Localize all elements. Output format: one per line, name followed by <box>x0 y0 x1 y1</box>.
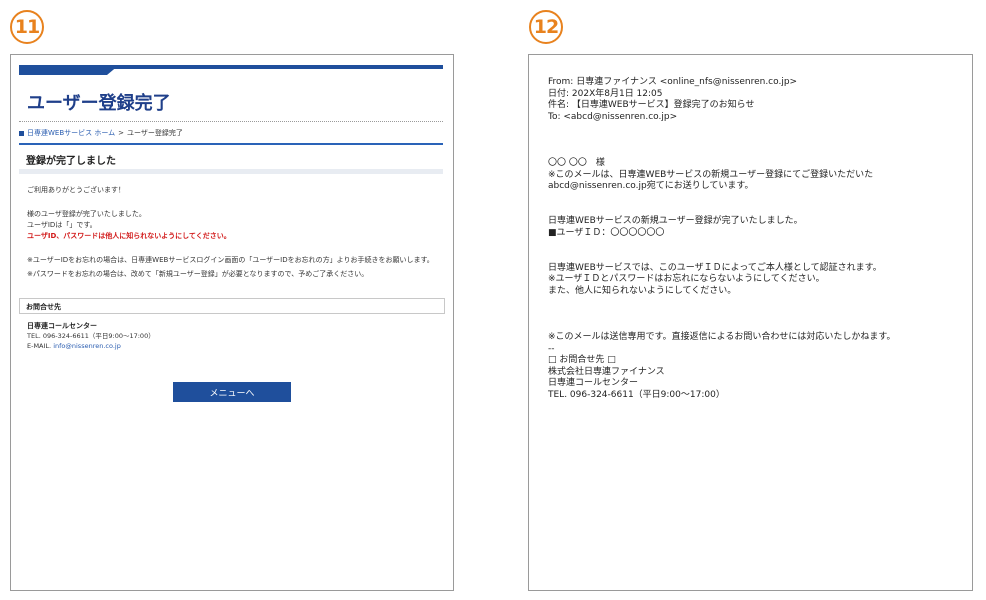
contact-email-link[interactable]: info@nissenren.co.jp <box>53 342 121 350</box>
email-from: From: 日専連ファイナンス <online_nfs@nissenren.co… <box>548 77 798 87</box>
contact-email-label: E-MAIL. <box>27 342 54 350</box>
breadcrumb-current: ユーザー登録完了 <box>127 129 183 137</box>
email-intro-2: abcd@nissenren.co.jp宛てにお送りしています。 <box>548 181 754 192</box>
menu-button[interactable]: メニューへ <box>173 382 291 402</box>
contact-name: 日専連コールセンター <box>27 322 97 330</box>
email-send-only: ※このメールは送信専用です。直接返信によるお問い合わせには対応いたしかねます。 <box>548 332 896 343</box>
divider <box>19 143 443 145</box>
email-subject: 件名: 【日専連WEBサービス】登録完了のお知らせ <box>548 100 755 111</box>
registration-complete-page: ユーザー登録完了 日専連WEBサービス ホーム > ユーザー登録完了 登録が完了… <box>10 54 454 591</box>
email-body: From: 日専連ファイナンス <online_nfs@nissenren.co… <box>548 77 895 402</box>
thanks-text: ご利用ありがとうございます！ <box>27 186 125 194</box>
breadcrumb: 日専連WEBサービス ホーム > ユーザー登録完了 <box>19 128 183 138</box>
contact-email-line: E-MAIL. info@nissenren.co.jp <box>27 341 155 351</box>
email-date: 日付: 202X年8月1日 12:05 <box>548 88 663 99</box>
breadcrumb-separator: > <box>118 129 125 137</box>
page-title: ユーザー登録完了 <box>27 93 171 114</box>
confirmation-email: From: 日専連ファイナンス <online_nfs@nissenren.co… <box>528 54 973 591</box>
contact-heading: お問合せ先 <box>26 303 61 311</box>
email-to: To: <abcd@nissenren.co.jp> <box>548 111 678 122</box>
email-userid: ■ユーザＩＤ：〇〇〇〇〇〇 <box>548 227 665 238</box>
contact-heading-box: お問合せ先 <box>19 298 445 314</box>
contact-info: 日専連コールセンター TEL. 096-324-6611（平日9:00～17:0… <box>27 321 155 351</box>
warning-text: ユーザID、パスワードは他人に知られないようにしてください。 <box>27 232 231 240</box>
user-id-line: ユーザIDは「」です。 <box>27 221 97 229</box>
breadcrumb-home-link[interactable]: 日専連WEBサービス ホーム <box>27 128 115 138</box>
email-auth-1: 日専連WEBサービスでは、このユーザＩＤによってご本人様として認証されます。 <box>548 262 882 273</box>
email-auth-2: ※ユーザＩＤとパスワードはお忘れにならないようにしてください。 <box>548 274 825 285</box>
email-dashes: -- <box>548 343 555 354</box>
section-header: 登録が完了しました <box>19 147 443 174</box>
note-password: ※パスワードをお忘れの場合は、改めて「新規ユーザー登録」が必要となりますので、予… <box>27 270 369 278</box>
step-number-11: 11 <box>10 10 44 44</box>
email-center: 日専連コールセンター <box>548 378 639 389</box>
header-bar <box>19 65 443 75</box>
contact-tel: TEL. 096-324-6611（平日9:00～17:00） <box>27 332 155 340</box>
breadcrumb-icon <box>19 130 24 136</box>
email-auth-3: また、他人に知られないようにしてください。 <box>548 285 737 296</box>
email-done: 日専連WEBサービスの新規ユーザー登録が完了いたしました。 <box>548 216 803 227</box>
email-intro-1: ※このメールは、日専連WEBサービスの新規ユーザー登録にてご登録いただいた <box>548 169 874 180</box>
email-company: 株式会社日専連ファイナンス <box>548 366 665 377</box>
email-addressee: 〇〇 〇〇 様 <box>548 158 605 169</box>
email-tel: TEL. 096-324-6611（平日9:00～17:00） <box>548 390 725 401</box>
section-title: 登録が完了しました <box>26 156 116 167</box>
divider <box>19 121 443 122</box>
email-contact-head: □ お問合せ先 □ <box>548 355 616 366</box>
note-userid: ※ユーザーIDをお忘れの場合は、日専連WEBサービスログイン画面の「ユーザーID… <box>27 256 434 264</box>
step-number-12: 12 <box>529 10 563 44</box>
complete-message: 様のユーザ登録が完了いたしました。 <box>27 210 146 218</box>
